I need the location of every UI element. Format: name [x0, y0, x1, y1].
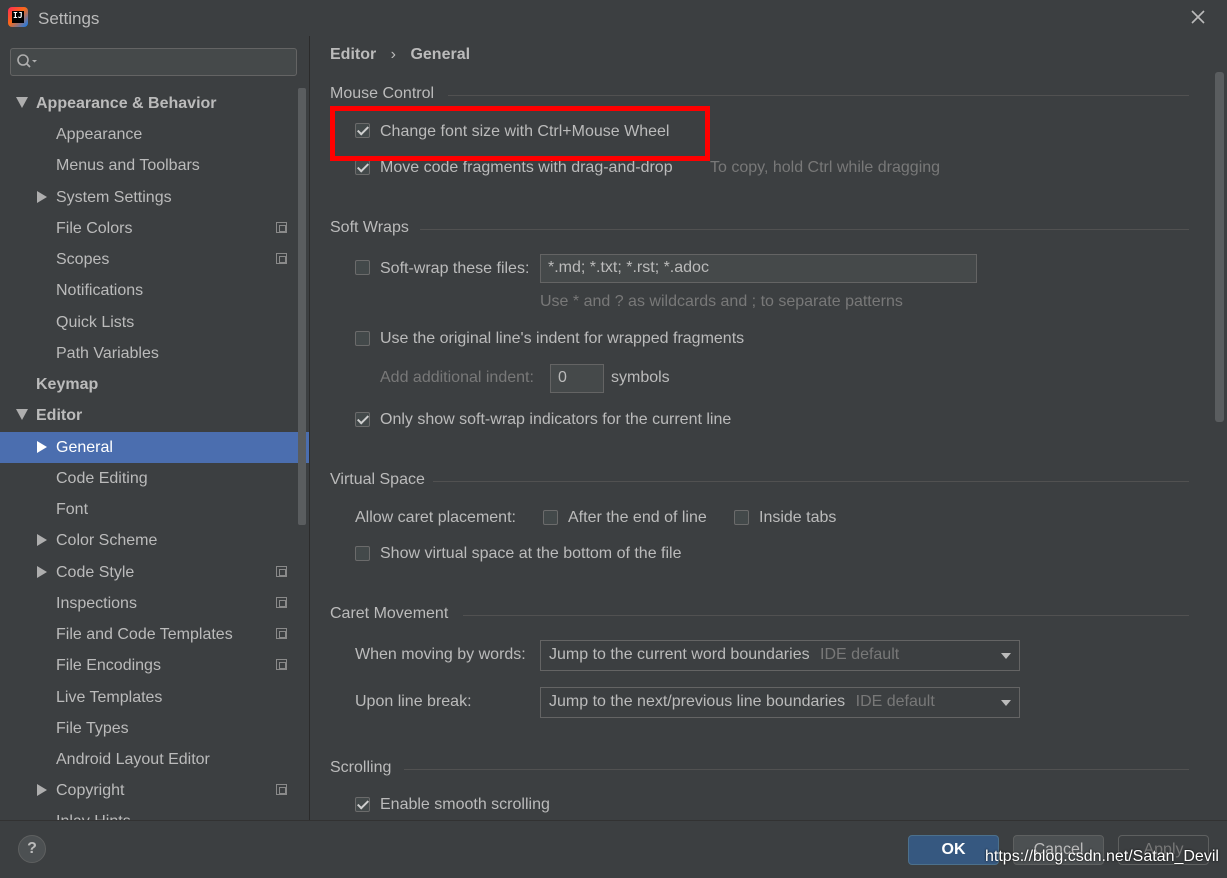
breadcrumb: Editor › General: [330, 46, 470, 64]
expanded-arrow-icon[interactable]: [16, 97, 28, 108]
project-level-icon: [276, 628, 287, 639]
section-title-mouse-control: Mouse Control: [330, 85, 435, 102]
soft-wrap-patterns-hint: Use * and ? as wildcards and ; to separa…: [540, 293, 903, 310]
sidebar-item-menus-toolbars[interactable]: Menus and Toolbars: [56, 150, 200, 181]
sidebar-item-keymap[interactable]: Keymap: [36, 369, 98, 400]
smooth-scrolling-label[interactable]: Enable smooth scrolling: [380, 796, 550, 814]
sidebar-item-file-types[interactable]: File Types: [56, 713, 129, 744]
section-separator: [463, 615, 1189, 616]
panel-divider[interactable]: [309, 36, 310, 820]
sidebar-item-path-variables[interactable]: Path Variables: [56, 338, 159, 369]
watermark-text: https://blog.csdn.net/Satan_Devil: [985, 848, 1219, 865]
help-button[interactable]: ?: [18, 835, 46, 863]
sidebar-item-inspections[interactable]: Inspections: [56, 588, 137, 619]
sidebar-item-copyright[interactable]: Copyright: [56, 775, 124, 806]
sidebar-item-appearance[interactable]: Appearance: [56, 119, 142, 150]
collapsed-arrow-icon[interactable]: [37, 441, 47, 453]
expanded-arrow-icon[interactable]: [16, 409, 28, 420]
project-level-icon: [276, 566, 287, 577]
additional-indent-suffix: symbols: [611, 369, 670, 386]
section-separator: [433, 481, 1189, 482]
section-title-soft-wraps: Soft Wraps: [330, 219, 409, 236]
inside-tabs-checkbox[interactable]: [734, 510, 749, 525]
use-original-indent-checkbox[interactable]: [355, 331, 370, 346]
section-title-caret-movement: Caret Movement: [330, 605, 449, 622]
after-end-of-line-label[interactable]: After the end of line: [568, 509, 707, 527]
section-title-scrolling: Scrolling: [330, 759, 392, 776]
section-separator: [404, 769, 1189, 770]
settings-search-input[interactable]: [10, 48, 297, 76]
search-icon: [16, 53, 38, 71]
show-virtual-space-checkbox[interactable]: [355, 546, 370, 561]
breadcrumb-separator: ›: [390, 46, 396, 63]
breadcrumb-parent[interactable]: Editor: [330, 46, 376, 63]
sidebar-item-android-layout-editor[interactable]: Android Layout Editor: [56, 744, 210, 775]
move-code-fragments-hint: To copy, hold Ctrl while dragging: [710, 159, 941, 176]
collapsed-arrow-icon[interactable]: [37, 784, 47, 796]
highlight-box: [330, 106, 710, 161]
sidebar-item-font[interactable]: Font: [56, 494, 88, 525]
dropdown-value: Jump to the current word boundaries: [549, 646, 810, 663]
sidebar-item-file-code-templates[interactable]: File and Code Templates: [56, 619, 233, 650]
moving-by-words-dropdown[interactable]: Jump to the current word boundaries IDE …: [540, 640, 1020, 671]
after-end-of-line-checkbox[interactable]: [543, 510, 558, 525]
sidebar-item-inlay-hints[interactable]: Inlay Hints: [56, 806, 131, 820]
soft-wrap-files-checkbox[interactable]: [355, 260, 370, 275]
chevron-down-icon: [1001, 653, 1011, 659]
line-break-dropdown[interactable]: Jump to the next/previous line boundarie…: [540, 687, 1020, 718]
sidebar-item-label: General: [56, 439, 113, 456]
sidebar-item-code-style[interactable]: Code Style: [56, 557, 134, 588]
collapsed-arrow-icon[interactable]: [37, 566, 47, 578]
section-title-virtual-space: Virtual Space: [330, 471, 425, 488]
project-level-icon: [276, 597, 287, 608]
sidebar-item-scopes[interactable]: Scopes: [56, 244, 109, 275]
sidebar-item-quick-lists[interactable]: Quick Lists: [56, 307, 134, 338]
section-separator: [448, 95, 1189, 96]
move-code-fragments-label[interactable]: Move code fragments with drag-and-drop: [380, 159, 673, 177]
sidebar-item-appearance-behavior[interactable]: Appearance & Behavior: [36, 88, 217, 119]
use-original-indent-label[interactable]: Use the original line's indent for wrapp…: [380, 330, 744, 348]
chevron-down-icon: [1001, 700, 1011, 706]
sidebar-item-general-selected[interactable]: General: [0, 432, 309, 463]
move-code-fragments-checkbox[interactable]: [355, 160, 370, 175]
collapsed-arrow-icon[interactable]: [37, 191, 47, 203]
additional-indent-label: Add additional indent:: [380, 369, 534, 386]
soft-wrap-files-label[interactable]: Soft-wrap these files:: [380, 260, 529, 278]
sidebar-item-live-templates[interactable]: Live Templates: [56, 682, 162, 713]
caret-placement-label: Allow caret placement:: [355, 509, 516, 526]
intellij-logo-icon: IJ: [8, 7, 28, 27]
sidebar-item-code-editing[interactable]: Code Editing: [56, 463, 148, 494]
window-title: Settings: [38, 9, 100, 28]
line-break-label: Upon line break:: [355, 693, 472, 710]
sidebar-item-system-settings[interactable]: System Settings: [56, 182, 172, 213]
additional-indent-input[interactable]: 0: [550, 364, 604, 393]
section-separator: [420, 229, 1189, 230]
dropdown-hint: IDE default: [855, 693, 935, 710]
title-bar: [0, 0, 1227, 36]
only-show-indicators-checkbox[interactable]: [355, 412, 370, 427]
moving-by-words-label: When moving by words:: [355, 646, 526, 663]
collapsed-arrow-icon[interactable]: [37, 534, 47, 546]
soft-wrap-patterns-input[interactable]: *.md; *.txt; *.rst; *.adoc: [540, 254, 977, 283]
close-icon[interactable]: [1188, 7, 1208, 27]
project-level-icon: [276, 222, 287, 233]
breadcrumb-current: General: [410, 46, 471, 63]
main-scrollbar[interactable]: [1215, 72, 1224, 422]
sidebar-item-file-encodings[interactable]: File Encodings: [56, 650, 161, 681]
project-level-icon: [276, 253, 287, 264]
sidebar-item-notifications[interactable]: Notifications: [56, 275, 143, 306]
only-show-indicators-label[interactable]: Only show soft-wrap indicators for the c…: [380, 411, 731, 429]
app-logo-text: IJ: [12, 11, 24, 23]
project-level-icon: [276, 659, 287, 670]
sidebar-item-file-colors[interactable]: File Colors: [56, 213, 132, 244]
sidebar-item-color-scheme[interactable]: Color Scheme: [56, 525, 157, 556]
inside-tabs-label[interactable]: Inside tabs: [759, 509, 836, 527]
sidebar-item-editor[interactable]: Editor: [36, 400, 82, 431]
dropdown-value: Jump to the next/previous line boundarie…: [549, 693, 846, 710]
sidebar-scrollbar[interactable]: [298, 88, 306, 525]
smooth-scrolling-checkbox[interactable]: [355, 797, 370, 812]
project-level-icon: [276, 784, 287, 795]
dropdown-hint: IDE default: [820, 646, 900, 663]
show-virtual-space-label[interactable]: Show virtual space at the bottom of the …: [380, 545, 682, 563]
